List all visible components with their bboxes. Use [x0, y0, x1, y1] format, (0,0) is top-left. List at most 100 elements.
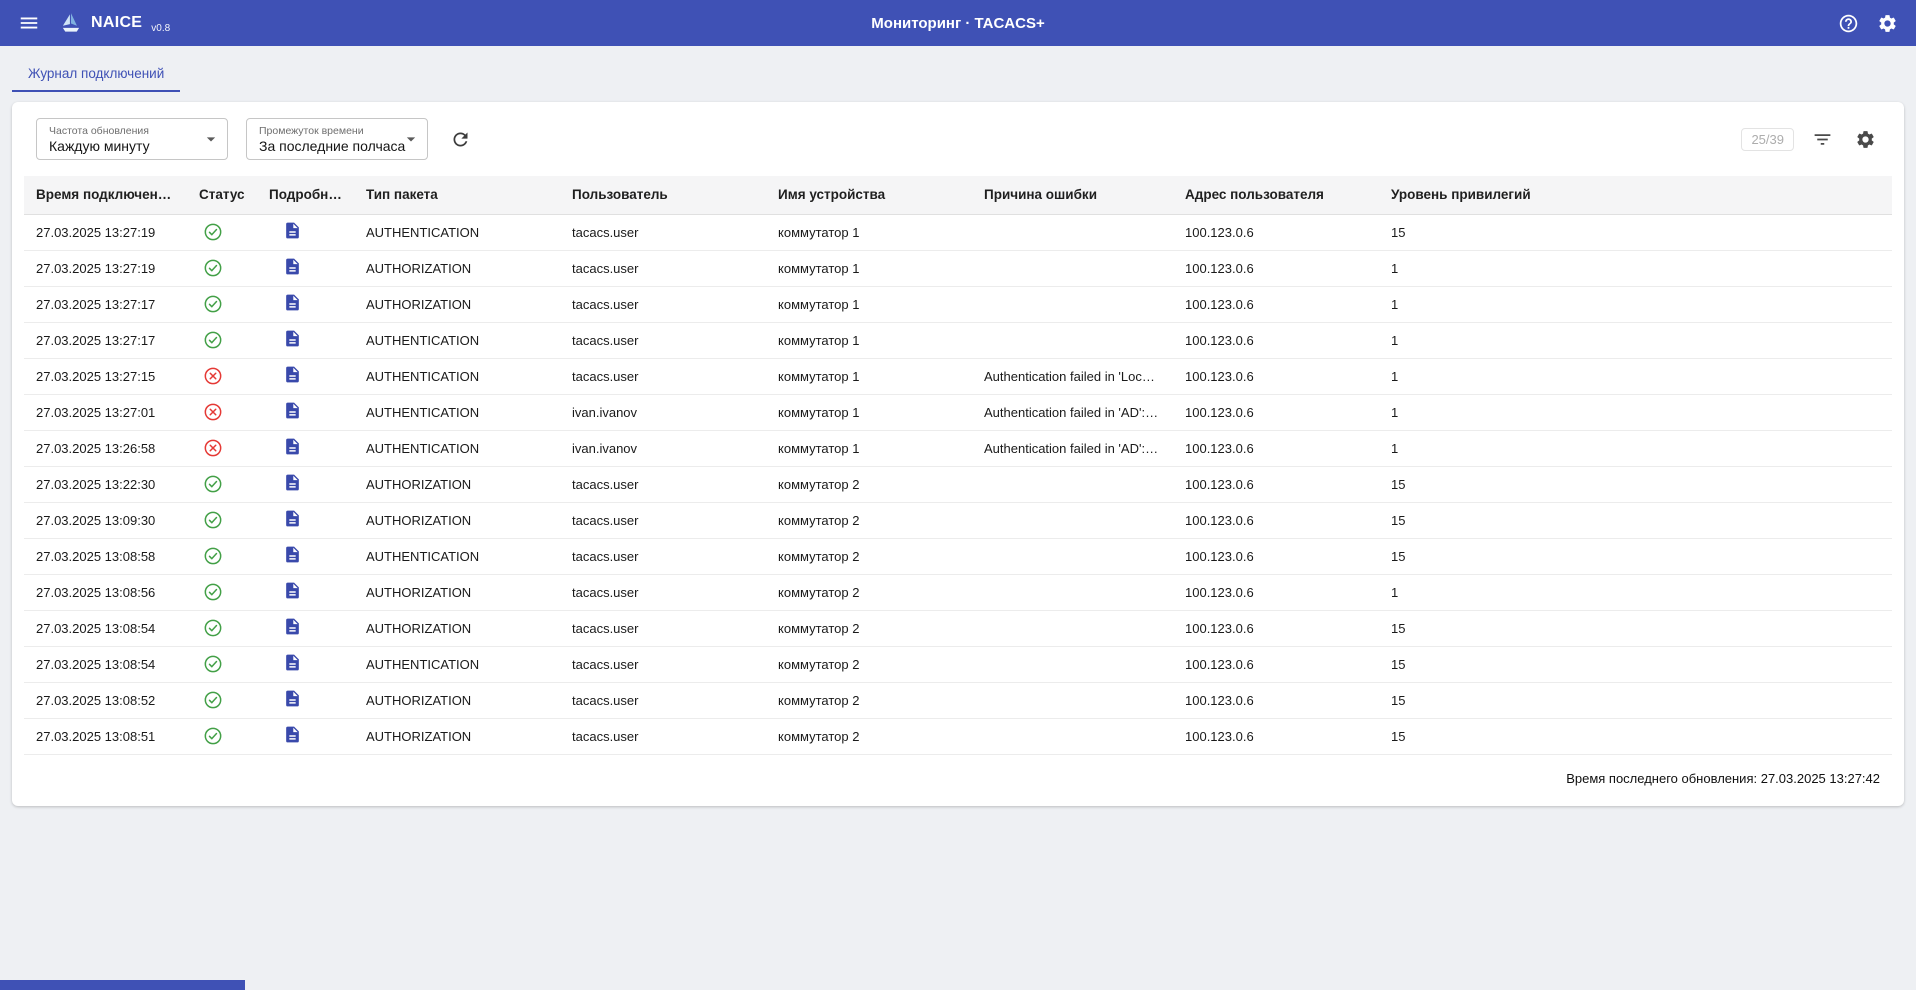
time-cell: 27.03.2025 13:08:52 [24, 682, 187, 718]
status-cell [187, 646, 257, 682]
time-cell: 27.03.2025 13:08:56 [24, 574, 187, 610]
document-icon [283, 725, 302, 744]
details-cell [257, 538, 354, 574]
refresh-frequency-select[interactable]: Частота обновления Каждую минуту [36, 118, 228, 160]
details-button[interactable] [283, 473, 302, 492]
user-cell: tacacs.user [560, 646, 766, 682]
document-icon [283, 473, 302, 492]
success-status-icon [203, 690, 245, 710]
table-row: 27.03.2025 13:08:52AUTHORIZATIONtacacs.u… [24, 682, 1892, 718]
details-button[interactable] [283, 401, 302, 420]
app-version: v0.8 [151, 23, 170, 36]
details-button[interactable] [283, 293, 302, 312]
device-name-cell: коммутатор 2 [766, 538, 972, 574]
connection-log-card: Частота обновления Каждую минуту Промежу… [12, 102, 1904, 806]
time-cell: 27.03.2025 13:08:54 [24, 646, 187, 682]
device-name-cell: коммутатор 1 [766, 394, 972, 430]
user-address-cell: 100.123.0.6 [1173, 322, 1379, 358]
privilege-level-cell: 1 [1379, 430, 1892, 466]
details-button[interactable] [283, 653, 302, 672]
error-reason-cell [972, 718, 1173, 754]
privilege-level-cell: 1 [1379, 322, 1892, 358]
details-button[interactable] [283, 257, 302, 276]
packet-type-cell: AUTHENTICATION [354, 322, 560, 358]
filter-icon[interactable] [1808, 125, 1837, 154]
error-reason-cell [972, 682, 1173, 718]
status-cell [187, 322, 257, 358]
details-button[interactable] [283, 581, 302, 600]
status-cell [187, 286, 257, 322]
column-header-device[interactable]: Имя устройства [766, 176, 972, 214]
time-cell: 27.03.2025 13:08:51 [24, 718, 187, 754]
time-cell: 27.03.2025 13:08:58 [24, 538, 187, 574]
success-status-icon [203, 618, 245, 638]
time-range-select[interactable]: Промежуток времени За последние полчаса [246, 118, 428, 160]
details-button[interactable] [283, 725, 302, 744]
user-address-cell: 100.123.0.6 [1173, 682, 1379, 718]
user-cell: tacacs.user [560, 682, 766, 718]
details-cell [257, 718, 354, 754]
privilege-level-cell: 15 [1379, 682, 1892, 718]
time-range-label: Промежуток времени [259, 125, 397, 138]
column-header-label: Имя устройства [778, 187, 885, 202]
column-header-status[interactable]: Статус [187, 176, 257, 214]
success-status-icon [203, 258, 245, 278]
connection-log-table: Время подключенияСтатусПодробнееТип паке… [24, 176, 1892, 755]
time-cell: 27.03.2025 13:22:30 [24, 466, 187, 502]
table-row: 27.03.2025 13:27:19AUTHORIZATIONtacacs.u… [24, 250, 1892, 286]
details-button[interactable] [283, 545, 302, 564]
details-button[interactable] [283, 437, 302, 456]
column-header-user[interactable]: Пользователь [560, 176, 766, 214]
refresh-frequency-value: Каждую минуту [49, 138, 197, 155]
device-name-cell: коммутатор 2 [766, 502, 972, 538]
packet-type-cell: AUTHORIZATION [354, 718, 560, 754]
table-row: 27.03.2025 13:27:17AUTHORIZATIONtacacs.u… [24, 286, 1892, 322]
packet-type-cell: AUTHENTICATION [354, 646, 560, 682]
details-button[interactable] [283, 617, 302, 636]
column-header-error-reason[interactable]: Причина ошибки [972, 176, 1173, 214]
status-cell [187, 538, 257, 574]
packet-type-cell: AUTHENTICATION [354, 214, 560, 250]
column-header-privilege-level[interactable]: Уровень привилегий [1379, 176, 1892, 214]
user-cell: tacacs.user [560, 322, 766, 358]
toolbar: Частота обновления Каждую минуту Промежу… [24, 116, 1892, 176]
tab-connection-log[interactable]: Журнал подключений [12, 58, 180, 92]
time-cell: 27.03.2025 13:08:54 [24, 610, 187, 646]
device-name-cell: коммутатор 1 [766, 430, 972, 466]
device-name-cell: коммутатор 2 [766, 682, 972, 718]
details-button[interactable] [283, 329, 302, 348]
success-status-icon [203, 654, 245, 674]
column-header-details[interactable]: Подробнее [257, 176, 354, 214]
details-cell [257, 682, 354, 718]
document-icon [283, 509, 302, 528]
success-status-icon [203, 474, 245, 494]
status-cell [187, 502, 257, 538]
tab-bar: Журнал подключений [0, 46, 1916, 92]
details-button[interactable] [283, 509, 302, 528]
settings-gear-icon[interactable] [1873, 9, 1902, 38]
packet-type-cell: AUTHENTICATION [354, 358, 560, 394]
error-status-icon [203, 366, 245, 386]
status-cell [187, 682, 257, 718]
document-icon [283, 329, 302, 348]
details-button[interactable] [283, 221, 302, 240]
document-icon [283, 581, 302, 600]
success-status-icon [203, 582, 245, 602]
privilege-level-cell: 15 [1379, 214, 1892, 250]
column-header-packet-type[interactable]: Тип пакета [354, 176, 560, 214]
hamburger-menu-icon[interactable] [14, 8, 44, 38]
help-icon[interactable] [1834, 9, 1863, 38]
device-name-cell: коммутатор 2 [766, 466, 972, 502]
packet-type-cell: AUTHENTICATION [354, 394, 560, 430]
table-settings-gear-icon[interactable] [1851, 125, 1880, 154]
column-header-time[interactable]: Время подключения [24, 176, 187, 214]
refresh-icon[interactable] [446, 125, 475, 154]
table-header-row: Время подключенияСтатусПодробнееТип паке… [24, 176, 1892, 214]
details-button[interactable] [283, 689, 302, 708]
error-reason-cell: Authentication failed in 'Local D... [972, 358, 1173, 394]
details-button[interactable] [283, 365, 302, 384]
details-cell [257, 466, 354, 502]
error-reason-cell [972, 646, 1173, 682]
column-header-address[interactable]: Адрес пользователя [1173, 176, 1379, 214]
user-address-cell: 100.123.0.6 [1173, 286, 1379, 322]
